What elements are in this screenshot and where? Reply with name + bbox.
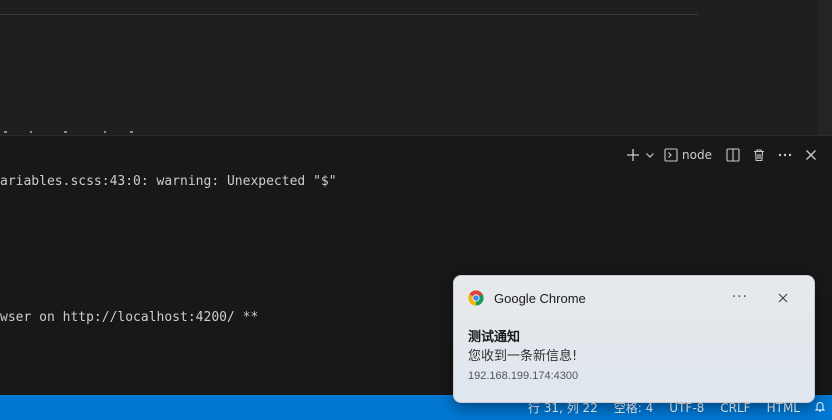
kill-terminal-button[interactable] [748,144,770,166]
status-notifications[interactable] [814,400,826,415]
notification-close-button[interactable] [774,289,792,307]
new-terminal-button[interactable] [622,144,644,166]
terminal-output-line: ariables.scss:43:0: warning: Unexpected … [0,174,337,189]
editor-scrollbar[interactable] [818,0,832,135]
trash-icon [754,149,764,162]
editor-area [0,0,832,135]
split-terminal-button[interactable] [722,144,744,166]
chrome-logo-icon [468,290,484,306]
chrome-notification[interactable]: Google Chrome ··· 测试通知 您收到一条新信息! 192.168… [453,275,815,403]
bell-icon [814,402,826,412]
ellipsis-icon [778,153,792,157]
plus-icon [627,149,640,161]
terminal-shell-label: node [682,148,712,162]
terminal-icon [664,148,678,162]
more-actions-button[interactable] [774,144,796,166]
notification-body: 您收到一条新信息! [468,349,578,364]
close-icon [778,293,788,303]
terminal-toolbar: node [618,144,822,166]
notification-source: 192.168.199.174:4300 [468,370,579,382]
notification-header: Google Chrome ··· [468,289,800,307]
split-icon [726,148,740,162]
editor-divider [0,14,698,15]
notification-app-name: Google Chrome [494,290,586,306]
notification-title: 测试通知 [468,330,521,345]
terminal-output-line: wser on http://localhost:4200/ ** [0,310,259,325]
close-panel-button[interactable] [800,144,822,166]
editor-clipped-text [0,128,140,135]
notification-more-button[interactable]: ··· [732,289,748,305]
terminal-shell-selector[interactable]: node [664,144,718,166]
close-icon [806,150,816,160]
terminal-dropdown-button[interactable] [644,144,656,166]
chevron-down-icon [646,153,654,158]
